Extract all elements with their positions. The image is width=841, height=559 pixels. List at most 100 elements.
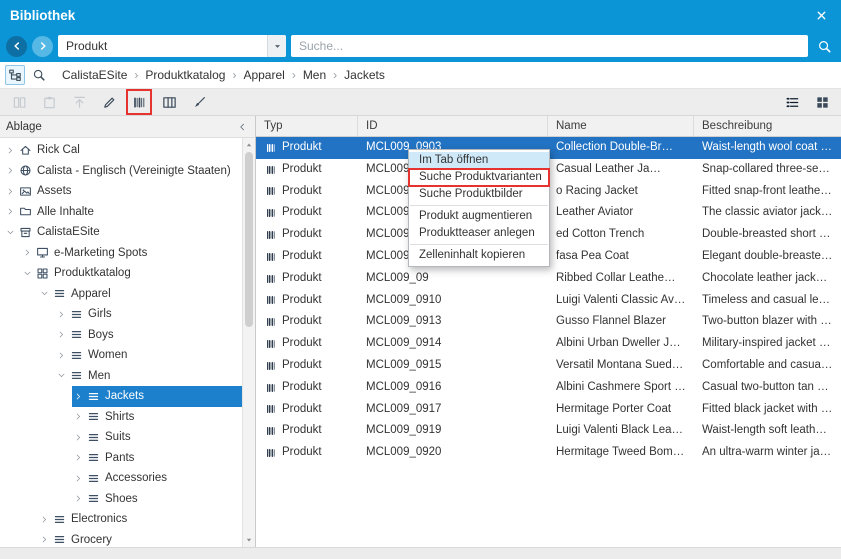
back-button[interactable] [6,36,27,57]
breadcrumb-separator: › [292,68,296,82]
chevron-right-icon[interactable] [72,474,85,483]
menu-item-produktteaser-anlegen[interactable]: Produktteaser anlegen [409,225,549,242]
close-icon[interactable] [811,5,831,25]
chevron-down-icon[interactable] [4,228,17,237]
tree-item-jackets[interactable]: Jackets [72,386,242,407]
chevron-down-icon[interactable] [21,269,34,278]
grid-view-icon[interactable] [811,91,833,113]
product-type-icon [264,229,277,242]
chevron-right-icon[interactable] [72,392,85,401]
tree-item-women[interactable]: Women [55,345,242,366]
breadcrumb-item-calistaesite[interactable]: CalistaESite [62,68,127,82]
collapse-sidebar-icon[interactable] [235,120,249,134]
column-header-id[interactable]: ID [358,116,548,136]
list-icon [86,491,101,506]
tree-view-toggle-icon[interactable] [5,65,25,85]
tree-item-accessories[interactable]: Accessories [72,468,242,489]
breadcrumb-separator: › [134,68,138,82]
cell-name: Ribbed Collar Leathe… [548,268,694,290]
barcode-icon[interactable] [128,91,150,113]
tree-item-electronics[interactable]: Electronics [38,509,242,530]
table-row[interactable]: ProduktMCL009_09Ribbed Collar Leathe…Cho… [256,268,841,290]
table-row[interactable]: ProduktMCL009_0915Versatil Montana Suede… [256,355,841,377]
chevron-down-icon[interactable] [55,371,68,380]
chevron-right-icon[interactable] [72,453,85,462]
tree-item-assets[interactable]: Assets [4,181,242,202]
chevron-right-icon[interactable] [21,248,34,257]
tree-item-shirts[interactable]: Shirts [72,407,242,428]
table-row[interactable]: ProduktMCL009_0919Luigi Valenti Black Le… [256,420,841,442]
scroll-down-icon[interactable] [243,534,255,546]
cell-description: Double-breasted short trench w… [694,224,841,246]
cell-type-label: Produkt [282,399,322,421]
edit-icon[interactable] [98,91,120,113]
column-header-name[interactable]: Name [548,116,694,136]
menu-item-produkt-augmentieren[interactable]: Produkt augmentieren [409,208,549,225]
search-view-toggle-icon[interactable] [29,65,49,85]
tree-item-calista-englisch-vereinigte-staaten[interactable]: Calista - Englisch (Vereinigte Staaten) [4,161,242,182]
tree-item-e-marketing-spots[interactable]: e-Marketing Spots [21,243,242,264]
chevron-right-icon[interactable] [38,535,51,544]
brush-icon[interactable] [188,91,210,113]
chevron-right-icon[interactable] [4,166,17,175]
tree-item-grocery[interactable]: Grocery [38,530,242,548]
tree-item-calistaesite[interactable]: CalistaESite [4,222,242,243]
columns-icon[interactable] [158,91,180,113]
scrollbar-thumb[interactable] [245,152,253,327]
product-type-icon [264,425,277,438]
tree-item-rick-cal[interactable]: Rick Cal [4,140,242,161]
cell-name: o Racing Jacket [548,181,694,203]
tree-item-shoes[interactable]: Shoes [72,489,242,510]
breadcrumb-item-produktkatalog[interactable]: Produktkatalog [145,68,225,82]
menu-item-suche-produktvarianten[interactable]: Suche Produktvarianten [409,169,549,186]
search-icon[interactable] [813,35,835,57]
breadcrumb-item-jackets[interactable]: Jackets [344,68,385,82]
cell-description: Elegant double-breasted pea c… [694,246,841,268]
tree-item-produktkatalog[interactable]: Produktkatalog [21,263,242,284]
screen-icon [35,245,50,260]
tree-item-men[interactable]: Men [55,366,242,387]
table-row[interactable]: ProduktMCL009_0917Hermitage Porter CoatF… [256,399,841,421]
type-filter-select[interactable]: Produkt [58,35,286,57]
table-row[interactable]: ProduktMCL009_0913Gusso Flannel BlazerTw… [256,311,841,333]
menu-item-im-tab-öffnen[interactable]: Im Tab öffnen [409,152,549,169]
chevron-right-icon[interactable] [55,330,68,339]
list-view-icon[interactable] [781,91,803,113]
sidebar-scrollbar[interactable] [242,138,255,547]
chevron-right-icon[interactable] [38,515,51,524]
chevron-down-icon[interactable] [267,35,286,57]
tree-item-boys[interactable]: Boys [55,325,242,346]
tree-item-alle-inhalte[interactable]: Alle Inhalte [4,202,242,223]
chevron-right-icon[interactable] [4,207,17,216]
table-row[interactable]: ProduktMCL009_0910Luigi Valenti Classic … [256,290,841,312]
table-row[interactable]: ProduktMCL009_0920Hermitage Tweed Bomber… [256,442,841,464]
cell-description: Waist-length soft leather jacket… [694,420,841,442]
tree-item-apparel[interactable]: Apparel [38,284,242,305]
menu-item-zelleninhalt-kopieren[interactable]: Zelleninhalt kopieren [409,247,549,264]
tree-item-pants[interactable]: Pants [72,448,242,469]
chevron-right-icon[interactable] [72,412,85,421]
breadcrumb-item-apparel[interactable]: Apparel [243,68,284,82]
column-header-beschreibung[interactable]: Beschreibung [694,116,841,136]
tree-item-suits[interactable]: Suits [72,427,242,448]
tree-item-label: Shoes [105,493,138,505]
tree-item-label: Rick Cal [37,144,80,156]
breadcrumb-item-men[interactable]: Men [303,68,326,82]
chevron-right-icon[interactable] [72,433,85,442]
table-row[interactable]: ProduktMCL009_0914Albini Urban Dweller J… [256,333,841,355]
chevron-right-icon[interactable] [4,187,17,196]
menu-item-suche-produktbilder[interactable]: Suche Produktbilder [409,186,549,203]
column-header-typ[interactable]: Typ [256,116,358,136]
tree-item-girls[interactable]: Girls [55,304,242,325]
chevron-right-icon[interactable] [55,351,68,360]
forward-button[interactable] [32,36,53,57]
chevron-right-icon[interactable] [4,146,17,155]
chevron-right-icon[interactable] [72,494,85,503]
table-row[interactable]: ProduktMCL009_0916Albini Cashmere Sport … [256,377,841,399]
chevron-right-icon[interactable] [55,310,68,319]
chevron-down-icon[interactable] [38,289,51,298]
sidebar-header: Ablage [0,116,255,138]
scroll-up-icon[interactable] [243,139,255,151]
cell-name: Hermitage Porter Coat [548,399,694,421]
search-input[interactable] [291,39,808,53]
